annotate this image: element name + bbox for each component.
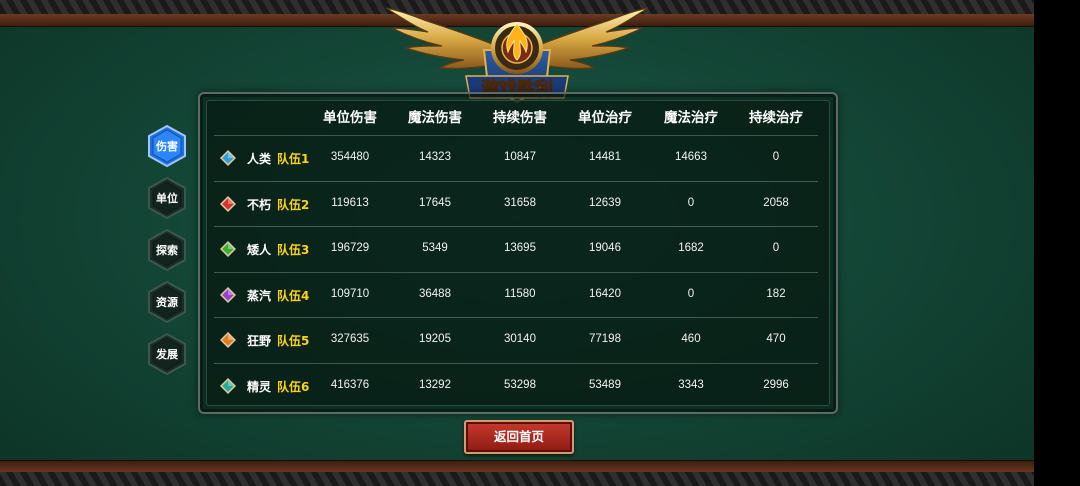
header-hot-heal: 持续治疗: [749, 110, 803, 125]
race-name: 不朽: [247, 197, 272, 212]
team-name: 队伍6: [277, 380, 310, 394]
team-name: 队伍1: [277, 152, 310, 166]
cell-unit-damage: 354480: [330, 151, 370, 163]
race-name: 精灵: [247, 380, 272, 394]
cell-magic-heal: 3343: [678, 379, 704, 391]
cell-unit-heal: 16420: [589, 287, 621, 300]
team-name: 队伍3: [277, 243, 310, 258]
table-row: 人类 队伍1 354480 14323 10847 14481 14663 0: [214, 136, 818, 180]
header-magic-heal: 魔法治疗: [664, 110, 718, 125]
gem-icon: [220, 241, 236, 258]
cell-dot-damage: 31658: [504, 196, 536, 209]
row-divider: [214, 180, 818, 182]
cell-magic-damage: 14323: [419, 151, 451, 163]
side-tab-3[interactable]: 探索: [148, 229, 186, 271]
victory-emblem: 游戏胜利: [385, 7, 649, 104]
race-name: 蒸汽: [247, 288, 272, 303]
row-divider: [214, 271, 818, 273]
cell-unit-heal: 53489: [589, 379, 621, 391]
side-tab-1[interactable]: 伤害: [148, 125, 186, 167]
table-row: 狂野 队伍5 327635 19205 30140 77198 460 470: [214, 318, 818, 362]
gem-icon: [220, 195, 236, 212]
header-unit-damage: 单位伤害: [323, 110, 377, 125]
header-magic-damage: 魔法伤害: [408, 110, 462, 125]
side-tab-label: 探索: [156, 244, 178, 257]
cell-unit-heal: 19046: [589, 242, 621, 255]
row-divider: [214, 226, 818, 228]
cell-magic-heal: 1682: [678, 242, 704, 255]
cell-unit-damage: 416376: [330, 379, 370, 391]
cell-dot-damage: 11580: [504, 287, 536, 300]
cell-hot-heal: 2996: [763, 379, 789, 391]
cell-magic-heal: 14663: [675, 151, 707, 163]
gem-icon: [220, 286, 236, 303]
side-tab-label: 伤害: [156, 140, 178, 153]
gem-icon: [220, 150, 236, 166]
cell-hot-heal: 182: [766, 287, 786, 300]
header-dot-damage: 持续伤害: [493, 110, 547, 125]
cell-hot-heal: 470: [766, 333, 786, 346]
cell-dot-damage: 10847: [504, 151, 536, 163]
bottom-border: [0, 472, 1034, 486]
cell-magic-damage: 17645: [419, 196, 451, 209]
cell-dot-damage: 30140: [504, 333, 536, 346]
cell-magic-damage: 5349: [422, 242, 448, 255]
gem-icon: [220, 378, 236, 394]
team-name: 队伍5: [277, 334, 310, 349]
table-row: 精灵 队伍6 416376 13292 53298 53489 3343 2996: [214, 364, 818, 408]
cell-unit-heal: 14481: [589, 151, 621, 163]
cell-unit-damage: 196729: [330, 242, 370, 255]
side-tab-label: 发展: [156, 348, 178, 361]
gem-icon: [220, 332, 236, 349]
cell-unit-heal: 12639: [589, 196, 621, 209]
cell-unit-damage: 109710: [330, 287, 370, 300]
team-name: 队伍4: [277, 288, 310, 303]
side-tab-5[interactable]: 发展: [148, 333, 186, 375]
cell-magic-damage: 13292: [419, 379, 451, 391]
cell-hot-heal: 2058: [763, 196, 789, 209]
game-screen: 游戏胜利 伤害单位探索资源发展 单位伤害 魔法伤害 持续伤害 单位治疗 魔法治疗…: [0, 0, 1034, 486]
side-tab-label: 单位: [156, 192, 178, 205]
header-unit-heal: 单位治疗: [578, 110, 632, 125]
cell-magic-heal: 0: [687, 287, 695, 300]
race-name: 狂野: [247, 334, 272, 349]
row-divider: [214, 363, 818, 364]
row-divider: [214, 135, 818, 136]
cell-unit-heal: 77198: [589, 333, 621, 346]
cell-magic-heal: 0: [687, 196, 695, 209]
table-row: 蒸汽 队伍4 109710 36488 11580 16420 0 182: [214, 273, 818, 317]
side-tab-2[interactable]: 单位: [148, 177, 186, 219]
cell-magic-damage: 36488: [419, 287, 451, 300]
race-name: 矮人: [247, 243, 272, 258]
cell-hot-heal: 0: [772, 151, 780, 163]
race-name: 人类: [247, 152, 272, 166]
cell-magic-heal: 460: [681, 333, 701, 346]
cell-dot-damage: 53298: [504, 379, 536, 391]
cell-magic-damage: 19205: [419, 333, 451, 346]
screen-edge: [1034, 0, 1080, 486]
team-name: 队伍2: [277, 197, 310, 212]
row-divider: [214, 317, 818, 319]
table-row: 矮人 队伍3 196729 5349 13695 19046 1682 0: [214, 227, 818, 271]
return-home-button[interactable]: 返回首页: [464, 420, 574, 454]
cell-unit-damage: 327635: [330, 333, 370, 346]
side-tab-label: 资源: [156, 296, 178, 309]
cell-unit-damage: 119613: [331, 196, 369, 209]
side-tab-4[interactable]: 资源: [148, 281, 186, 323]
table-row: 不朽 队伍2 119613 17645 31658 12639 0 2058: [214, 182, 818, 226]
cell-hot-heal: 0: [772, 242, 780, 255]
cell-dot-damage: 13695: [504, 242, 536, 255]
